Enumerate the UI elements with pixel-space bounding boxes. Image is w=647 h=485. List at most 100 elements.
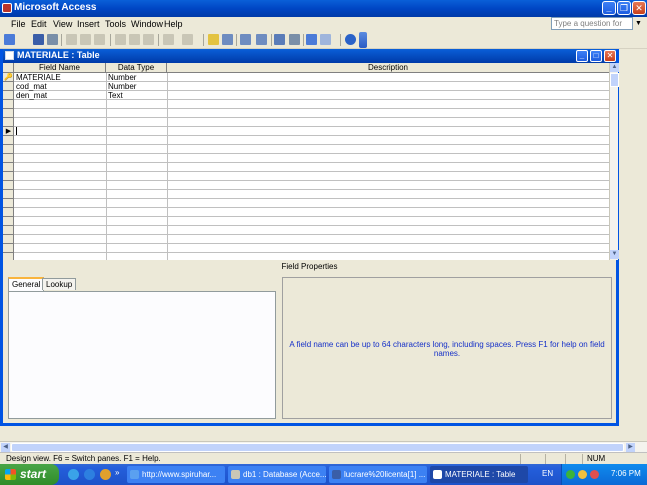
current-row-icon[interactable]: ▶ [3, 127, 14, 136]
row-selector[interactable] [3, 136, 14, 145]
data-type-cell[interactable]: Text [106, 91, 167, 100]
row-selector[interactable] [3, 118, 14, 127]
table-close-button[interactable]: ✕ [604, 50, 616, 62]
row-selector[interactable] [3, 163, 14, 172]
data-type-cell[interactable] [106, 100, 167, 109]
primary-key-icon[interactable]: 🔑 [3, 73, 14, 82]
data-type-cell[interactable] [106, 136, 167, 145]
field-name-cell[interactable] [14, 208, 106, 217]
properties-icon[interactable] [274, 34, 285, 45]
table-icon[interactable] [5, 51, 14, 60]
print-preview-icon[interactable] [80, 34, 91, 45]
data-type-cell[interactable] [106, 208, 167, 217]
field-name-cell[interactable] [14, 100, 106, 109]
insert-rows-icon[interactable] [240, 34, 251, 45]
data-type-cell[interactable] [106, 172, 167, 181]
table-row[interactable] [3, 181, 609, 190]
task-database[interactable]: db1 : Database (Acce... [228, 466, 326, 483]
table-row[interactable] [3, 154, 609, 163]
scroll-right-icon[interactable]: ▶ [626, 443, 635, 452]
search-icon[interactable] [47, 34, 58, 45]
table-row[interactable] [3, 226, 609, 235]
menu-file[interactable]: File [11, 19, 26, 29]
horizontal-scrollbar[interactable]: ◀ ▶ [0, 441, 647, 452]
minimize-button[interactable]: _ [602, 1, 616, 15]
description-cell[interactable] [167, 127, 609, 136]
build-icon[interactable] [289, 34, 300, 45]
description-cell[interactable] [167, 145, 609, 154]
data-type-cell[interactable] [106, 109, 167, 118]
row-selector[interactable] [3, 235, 14, 244]
row-selector[interactable] [3, 100, 14, 109]
grid-vertical-scrollbar[interactable]: ▲ ▼ [609, 63, 619, 260]
row-selector[interactable] [3, 82, 14, 91]
paste-icon[interactable] [143, 34, 154, 45]
description-cell[interactable] [167, 244, 609, 253]
scroll-down-icon[interactable]: ▼ [610, 250, 619, 259]
row-selector[interactable] [3, 145, 14, 154]
database-window-icon[interactable] [306, 34, 317, 45]
undo-icon[interactable] [163, 34, 174, 45]
menu-tools[interactable]: Tools [105, 19, 126, 29]
description-cell[interactable] [167, 82, 609, 91]
description-cell[interactable] [167, 154, 609, 163]
data-type-cell[interactable] [106, 190, 167, 199]
quicklaunch-overflow-icon[interactable]: » [115, 468, 119, 477]
security-icon[interactable] [578, 470, 587, 479]
table-row[interactable] [3, 199, 609, 208]
delete-rows-icon[interactable] [256, 34, 267, 45]
field-name-cell[interactable] [14, 154, 106, 163]
data-type-cell[interactable] [106, 181, 167, 190]
view-icon[interactable] [4, 34, 15, 45]
task-browser[interactable]: http://www.spiruhar... [127, 466, 225, 483]
field-name-cell[interactable] [14, 244, 106, 253]
row-selector[interactable] [3, 109, 14, 118]
table-row[interactable] [3, 190, 609, 199]
restore-button[interactable]: ❐ [617, 1, 631, 15]
indexes-icon[interactable] [222, 34, 233, 45]
network-icon[interactable] [566, 470, 575, 479]
description-cell[interactable] [167, 163, 609, 172]
field-name-cell[interactable] [14, 235, 106, 244]
menu-help[interactable]: Help [164, 19, 183, 29]
horizontal-scroll-thumb[interactable] [11, 443, 624, 452]
task-document[interactable]: lucrare%20licenta[1] ... [329, 466, 427, 483]
data-type-cell[interactable] [106, 217, 167, 226]
description-cell[interactable] [167, 199, 609, 208]
row-selector[interactable] [3, 181, 14, 190]
data-type-cell[interactable] [106, 145, 167, 154]
field-name-cell[interactable] [14, 181, 106, 190]
description-cell[interactable] [167, 235, 609, 244]
row-selector[interactable] [3, 199, 14, 208]
tab-general[interactable]: General [8, 277, 45, 291]
row-selector[interactable] [3, 226, 14, 235]
tab-lookup[interactable]: Lookup [42, 278, 77, 290]
table-row[interactable] [3, 235, 609, 244]
primary-key-icon[interactable] [208, 34, 219, 45]
scroll-up-icon[interactable]: ▲ [610, 63, 619, 72]
row-selector[interactable] [3, 208, 14, 217]
spelling-icon[interactable] [94, 34, 105, 45]
copy-icon[interactable] [129, 34, 140, 45]
field-name-cell[interactable] [14, 190, 106, 199]
header-description[interactable]: Description [167, 63, 609, 73]
field-name-cell[interactable] [14, 172, 106, 181]
ask-dropdown-icon[interactable]: ▼ [635, 20, 642, 27]
data-type-cell[interactable] [106, 127, 167, 136]
grid-scroll-thumb[interactable] [610, 73, 619, 87]
table-row[interactable] [3, 217, 609, 226]
description-cell[interactable] [167, 118, 609, 127]
redo-icon[interactable] [182, 34, 193, 45]
field-name-cell[interactable] [14, 199, 106, 208]
table-minimize-button[interactable]: _ [576, 50, 588, 62]
description-cell[interactable] [167, 181, 609, 190]
description-cell[interactable] [167, 217, 609, 226]
table-row[interactable] [3, 145, 609, 154]
row-selector[interactable] [3, 172, 14, 181]
internet-explorer-icon[interactable] [84, 469, 95, 480]
field-name-cell[interactable]: cod_mat [14, 82, 106, 91]
table-maximize-button[interactable]: □ [590, 50, 602, 62]
description-cell[interactable] [167, 172, 609, 181]
scroll-left-icon[interactable]: ◀ [1, 443, 10, 452]
data-type-cell[interactable]: Number [106, 73, 167, 82]
